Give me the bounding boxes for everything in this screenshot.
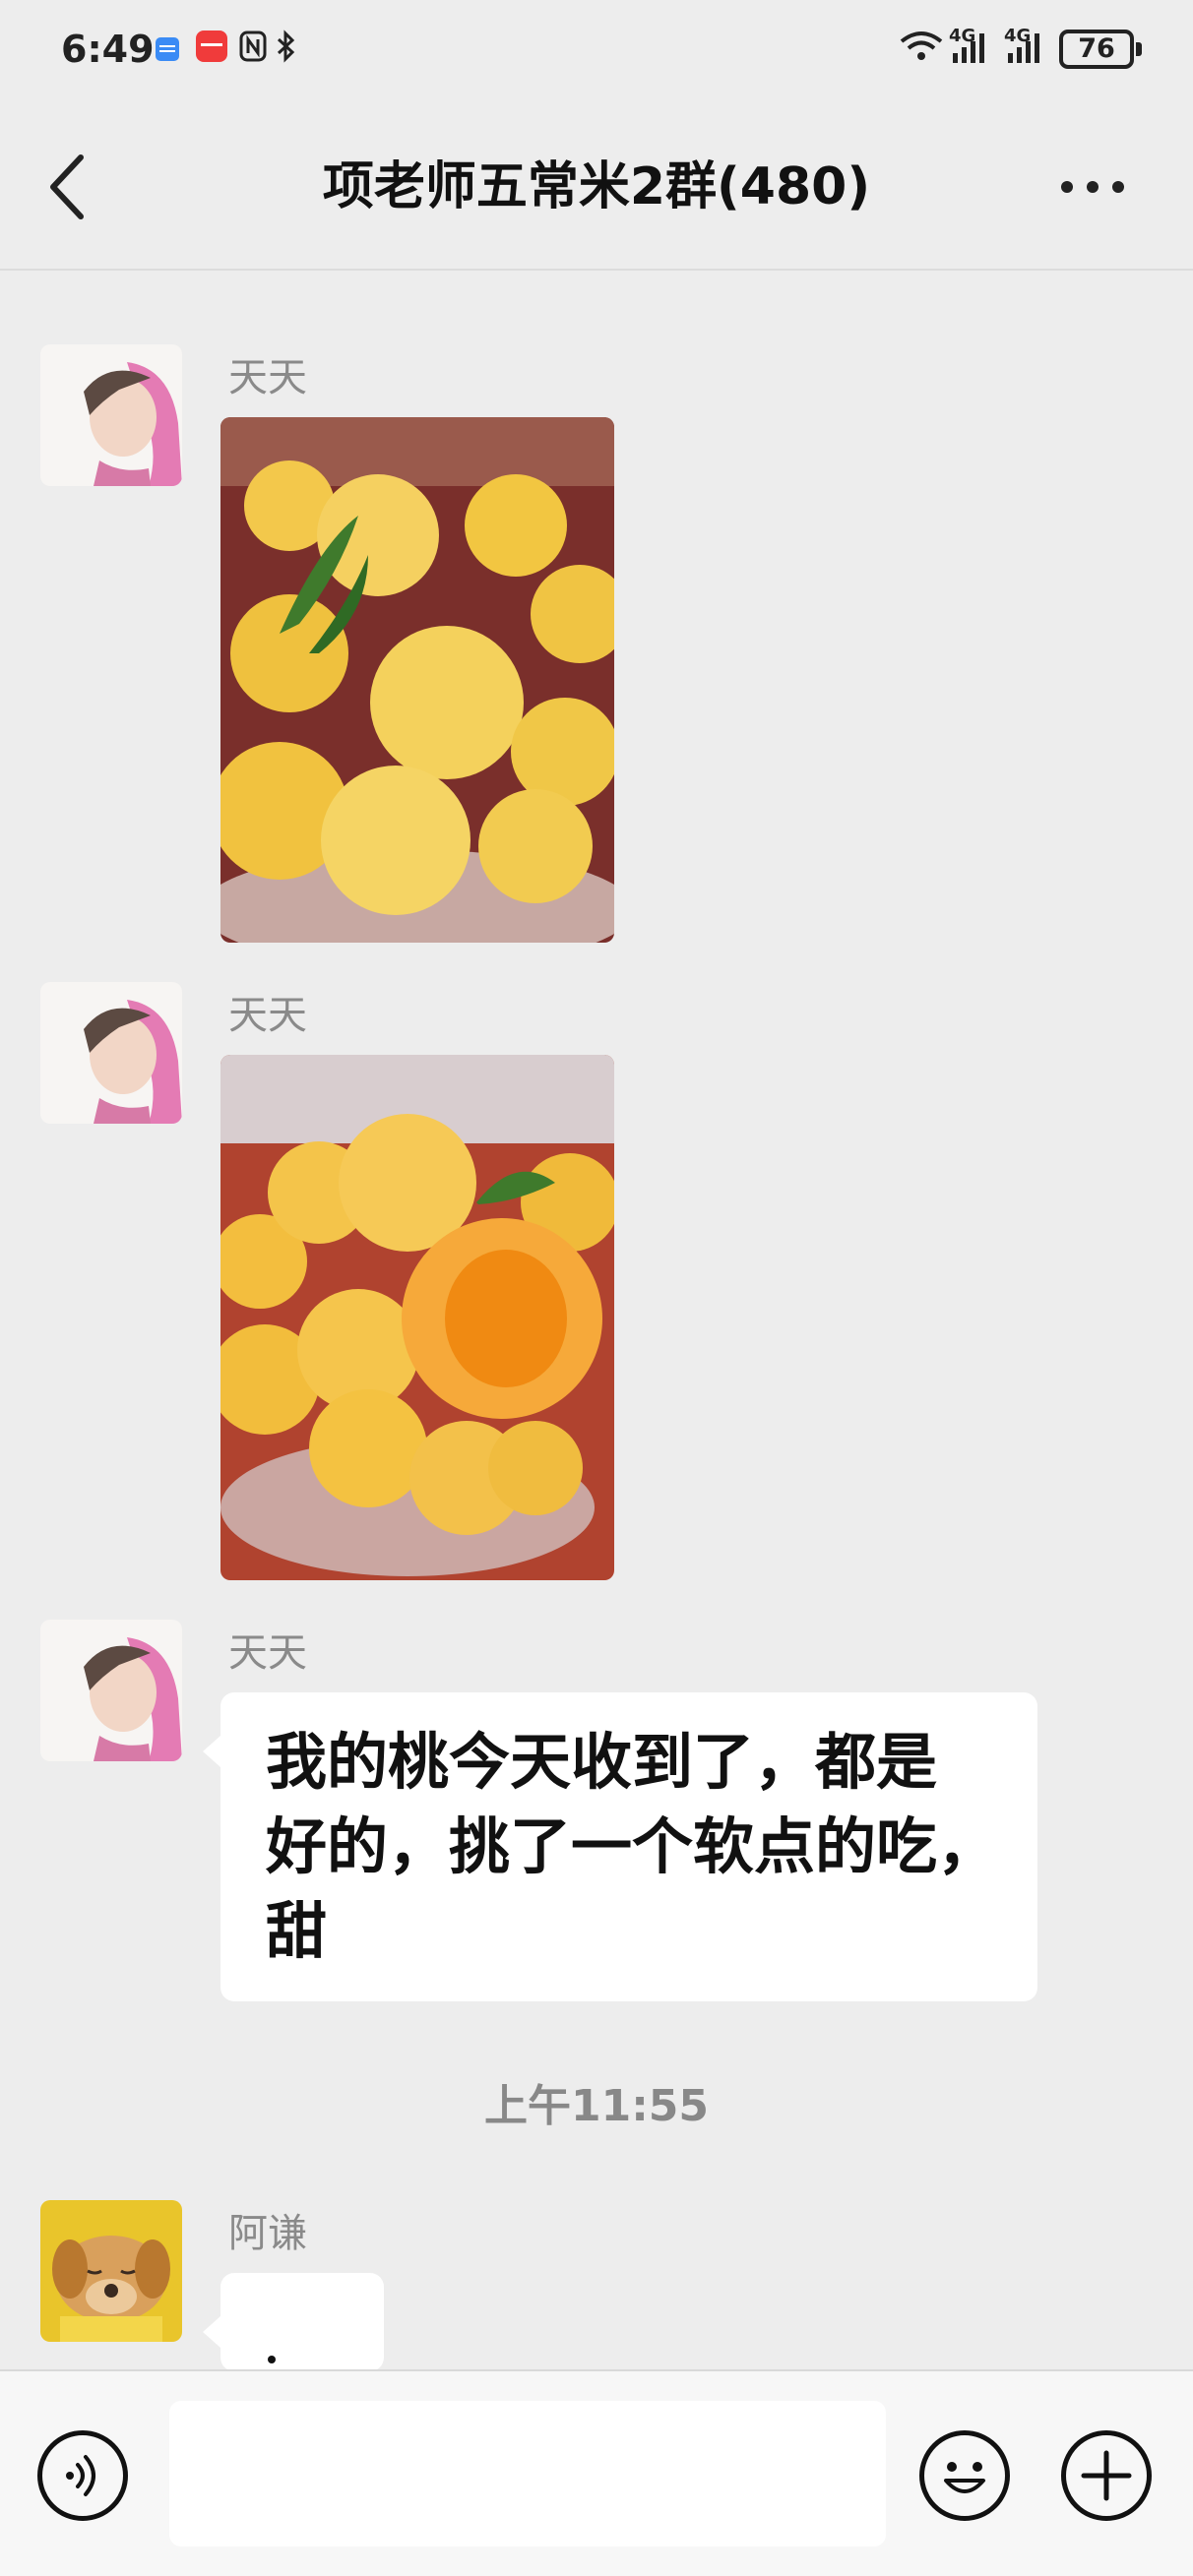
battery-indicator: 76 bbox=[1059, 30, 1142, 69]
shopping-app-icon bbox=[196, 31, 227, 62]
message-text-line: 甜 bbox=[266, 1895, 328, 1967]
signal-icon bbox=[953, 33, 984, 63]
message-text-dot bbox=[268, 2356, 276, 2363]
sender-avatar[interactable] bbox=[40, 982, 182, 1124]
child-avatar-image bbox=[40, 982, 182, 1124]
child-avatar-image bbox=[40, 344, 182, 486]
peaches-cut-photo bbox=[220, 1055, 614, 1580]
more-icon[interactable] bbox=[1057, 173, 1128, 201]
message-photo[interactable] bbox=[220, 1055, 614, 1580]
back-icon[interactable] bbox=[43, 150, 93, 224]
voice-button[interactable] bbox=[37, 2430, 128, 2521]
sender-avatar[interactable] bbox=[40, 344, 182, 486]
message-input[interactable] bbox=[169, 2401, 886, 2546]
sender-avatar[interactable] bbox=[40, 1620, 182, 1761]
wifi-icon bbox=[900, 31, 943, 60]
chat-title: 项老师五常米2群(480) bbox=[322, 157, 871, 216]
status-time: 6:49 bbox=[61, 28, 155, 71]
sender-avatar[interactable] bbox=[40, 2200, 182, 2342]
message-timestamp: 上午11:55 bbox=[483, 2081, 710, 2131]
voice-icon bbox=[66, 2455, 95, 2496]
peaches-photo bbox=[220, 417, 614, 943]
sender-name: 天天 bbox=[228, 1630, 307, 1676]
sender-name: 天天 bbox=[228, 993, 307, 1038]
add-button[interactable] bbox=[1061, 2430, 1152, 2521]
signal-icon bbox=[1008, 33, 1039, 63]
sender-name: 天天 bbox=[228, 355, 307, 400]
calendar-icon bbox=[156, 37, 179, 61]
nfc-icon bbox=[239, 31, 267, 62]
emoji-icon bbox=[944, 2462, 985, 2493]
plus-icon bbox=[1081, 2450, 1132, 2501]
header-divider bbox=[0, 269, 1193, 271]
sender-name: 阿谦 bbox=[228, 2211, 307, 2256]
message-bubble[interactable] bbox=[203, 2273, 384, 2371]
message-text-line: 我的桃今天收到了，都是 bbox=[266, 1726, 938, 1798]
bluetooth-icon bbox=[277, 30, 295, 63]
message-photo[interactable] bbox=[220, 417, 614, 943]
puppy-avatar-image bbox=[40, 2200, 182, 2342]
emoji-button[interactable] bbox=[919, 2430, 1010, 2521]
message-text-line: 好的，挑了一个软点的吃， bbox=[266, 1810, 999, 1882]
child-avatar-image bbox=[40, 1620, 182, 1761]
message-bubble[interactable]: 我的桃今天收到了，都是 好的，挑了一个软点的吃， 甜 bbox=[203, 1692, 1037, 2001]
